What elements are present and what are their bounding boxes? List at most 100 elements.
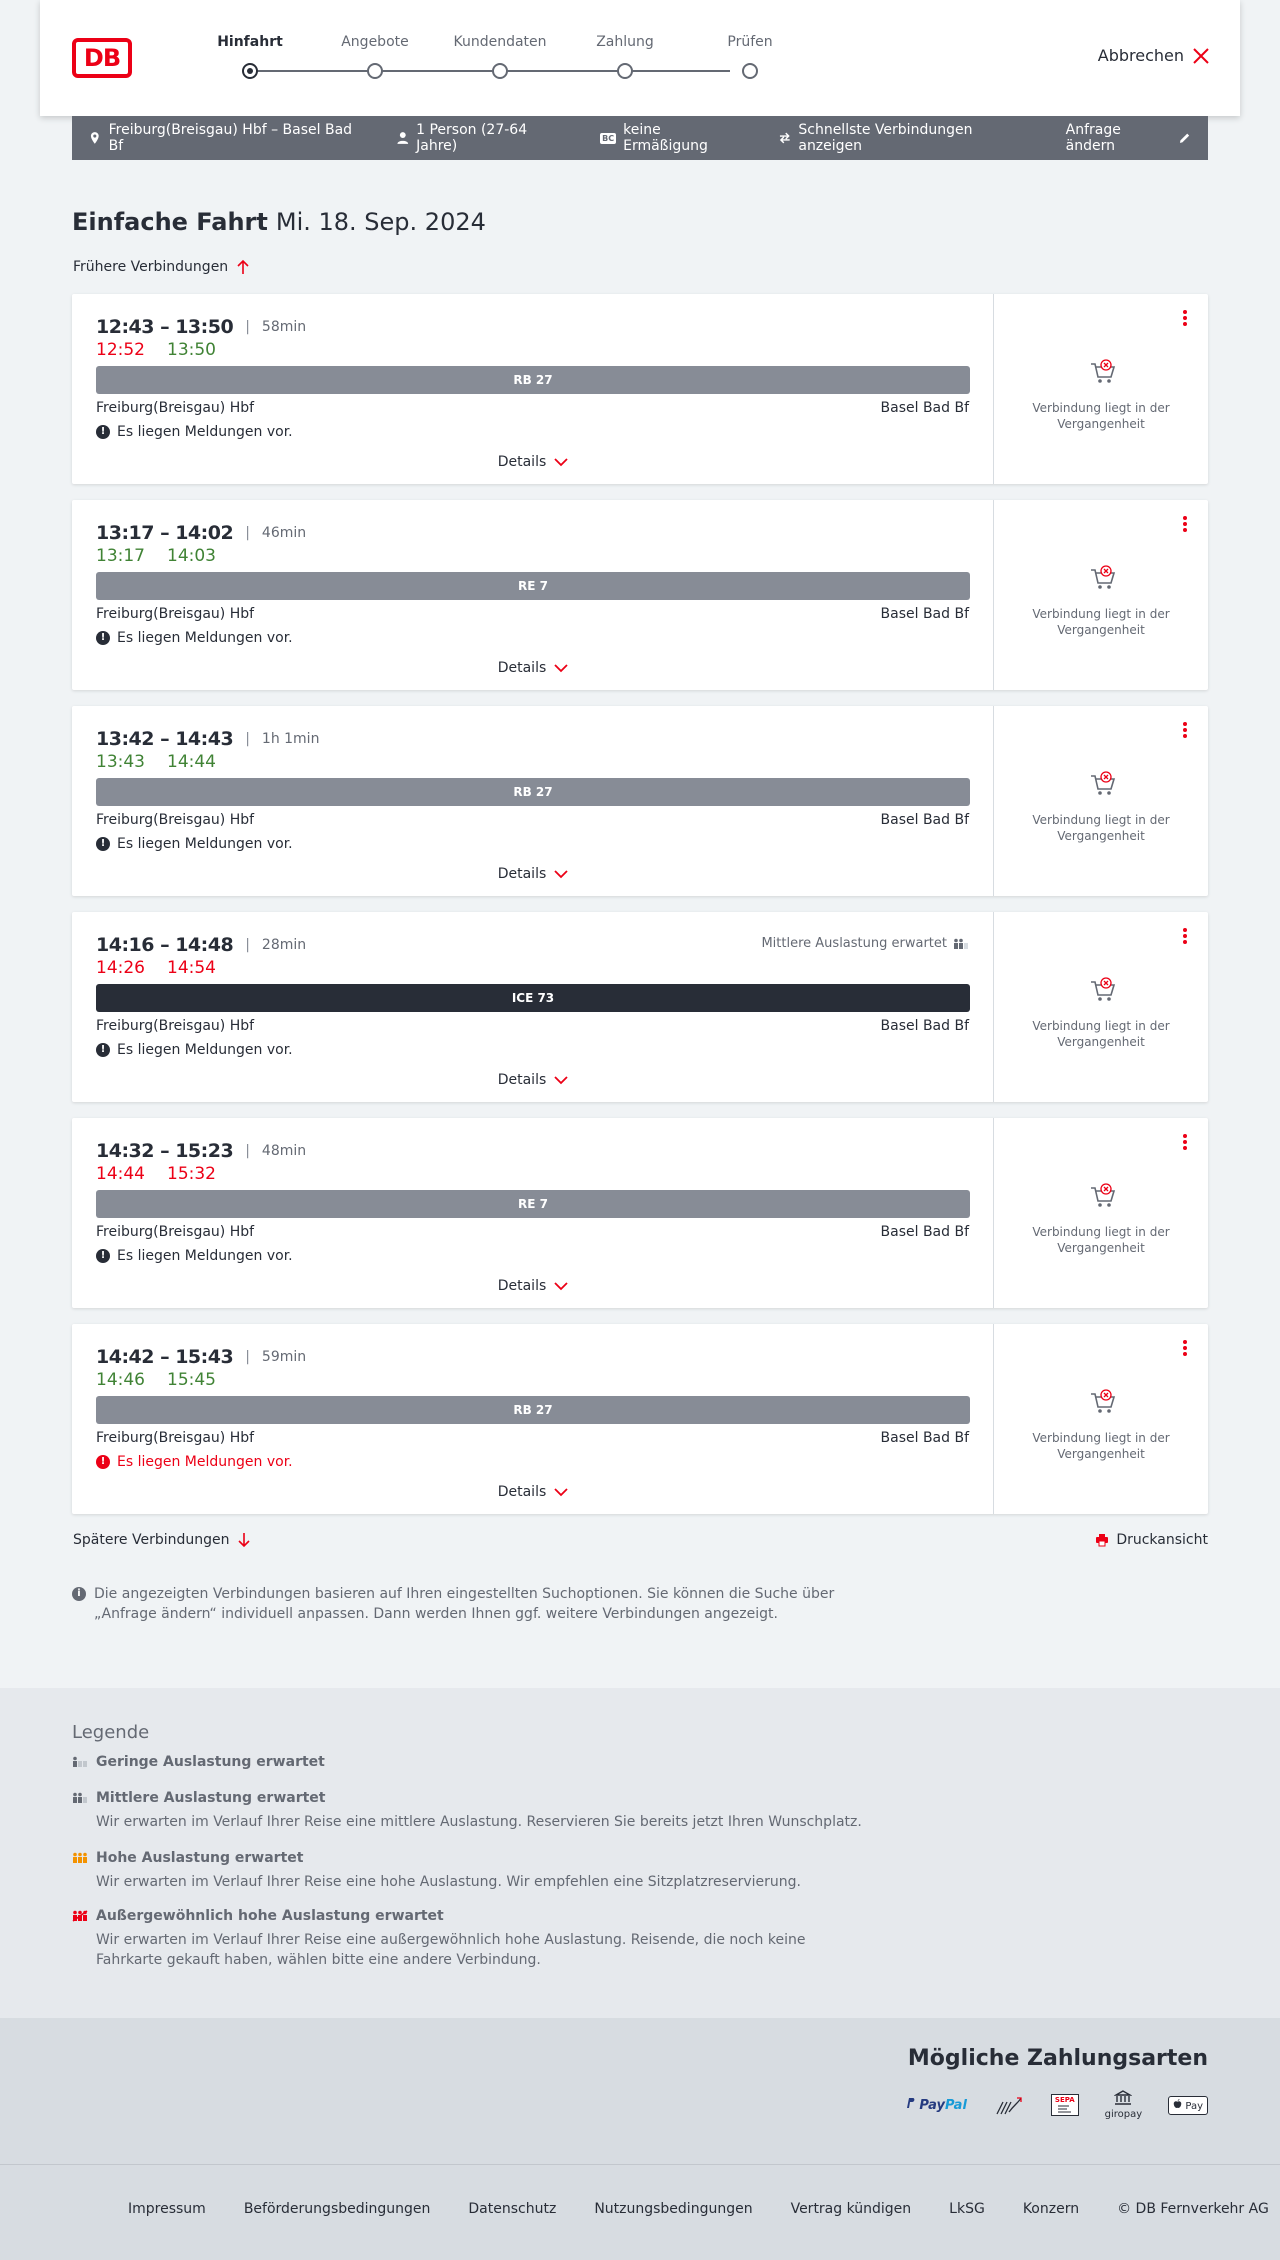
- sepa-text: SEPA: [1054, 2096, 1075, 2104]
- planned-time: 14:42 – 15:43: [96, 1346, 234, 1368]
- query-fastest[interactable]: Schnellste Verbindungen anzeigen: [778, 122, 1034, 154]
- more-menu-icon[interactable]: [1180, 1338, 1190, 1358]
- notice-message: ! Es liegen Meldungen vor.: [96, 1042, 293, 1058]
- more-menu-icon[interactable]: [1180, 514, 1190, 534]
- footer-link[interactable]: Impressum: [128, 2201, 206, 2217]
- step-zahlung: Zahlung: [555, 34, 695, 79]
- earlier-connections-link[interactable]: Frühere Verbindungen: [73, 259, 250, 275]
- past-connection-text: Verbindung liegt in der Vergangenheit: [1032, 607, 1170, 637]
- connection-main: 14:16 – 14:48 | 28min Mittlere Auslastun…: [72, 912, 994, 1102]
- step-dot-icon: [367, 63, 383, 79]
- departure-station: Freiburg(Breisgau) Hbf: [96, 606, 255, 622]
- legend-item-description: Wir erwarten im Verlauf Ihrer Reise eine…: [96, 1814, 862, 1830]
- more-menu-icon[interactable]: [1180, 308, 1190, 328]
- realtime-times: 12:52 13:50: [96, 340, 216, 360]
- connection-card[interactable]: 14:32 – 15:23 | 48min 14:44 15:32 RE 7 F…: [72, 1118, 1208, 1308]
- footer-link[interactable]: © DB Fernverkehr AG: [1117, 2201, 1269, 2217]
- notice-text: Es liegen Meldungen vor.: [117, 1248, 293, 1264]
- alert-icon: !: [96, 1043, 110, 1057]
- arrival-station: Basel Bad Bf: [880, 606, 969, 622]
- sepa-logo: SEPA: [1050, 2094, 1079, 2116]
- query-discount[interactable]: BC keine Ermäßigung: [600, 122, 746, 154]
- details-toggle[interactable]: Details: [72, 1484, 994, 1500]
- legend-item: Hohe Auslastung erwartet Wir erwarten im …: [72, 1850, 872, 1892]
- footer-link[interactable]: Datenschutz: [468, 2201, 556, 2217]
- details-toggle[interactable]: Details: [72, 660, 994, 676]
- connection-times: 14:16 – 14:48 | 28min: [96, 934, 306, 956]
- separator: |: [245, 937, 250, 953]
- paypal-text-a: Pay: [919, 2098, 945, 2113]
- cancel-button[interactable]: Abbrechen: [1098, 46, 1210, 65]
- connection-times: 14:42 – 15:43 | 59min: [96, 1346, 306, 1368]
- train-segment-bar[interactable]: RE 7: [96, 572, 970, 600]
- train-segment-bar[interactable]: RE 7: [96, 1190, 970, 1218]
- alert-icon: !: [96, 631, 110, 645]
- realtime-arrival: 13:50: [167, 340, 216, 360]
- chevron-down-icon: [554, 870, 568, 879]
- footer-link[interactable]: Konzern: [1023, 2201, 1079, 2217]
- chevron-down-icon: [554, 1488, 568, 1497]
- train-segment-bar[interactable]: RB 27: [96, 1396, 970, 1424]
- footer-links: Impressum Beförderungsbedingungen Datensch…: [128, 2201, 1269, 2217]
- db-logo[interactable]: DB: [72, 38, 132, 78]
- info-text: Die angezeigten Verbindungen basieren au…: [94, 1586, 835, 1622]
- step-label: Zahlung: [596, 34, 654, 50]
- arrival-station: Basel Bad Bf: [880, 400, 969, 416]
- pencil-icon: [1180, 133, 1190, 143]
- later-connections-link[interactable]: Spätere Verbindungen: [73, 1532, 251, 1548]
- paypal-logo: PayPal: [905, 2097, 967, 2113]
- duration: 59min: [261, 1349, 307, 1365]
- edit-query-button[interactable]: Anfrage ändern: [1066, 122, 1192, 154]
- planned-time: 12:43 – 13:50: [96, 316, 234, 338]
- print-view-link[interactable]: Druckansicht: [1095, 1532, 1208, 1548]
- step-angebote: Angebote: [305, 34, 445, 79]
- connection-card[interactable]: 13:17 – 14:02 | 46min 13:17 14:03 RE 7 F…: [72, 500, 1208, 690]
- realtime-departure: 14:46: [96, 1370, 145, 1390]
- train-segment-bar[interactable]: RB 27: [96, 778, 970, 806]
- arrival-station: Basel Bad Bf: [880, 1018, 969, 1034]
- cart-unavailable-icon: [1091, 1183, 1116, 1207]
- connection-card[interactable]: 13:42 – 14:43 | 1h 1min 13:43 14:44 RB 2…: [72, 706, 1208, 896]
- query-route[interactable]: Freiburg(Breisgau) Hbf – Basel Bad Bf: [88, 122, 364, 154]
- persons-text: 1 Person (27-64 Jahre): [416, 122, 528, 154]
- footer-link[interactable]: LkSG: [949, 2201, 985, 2217]
- legend-item-head: Außergewöhnlich hohe Auslastung erwartet: [72, 1908, 872, 1924]
- connection-card[interactable]: 14:16 – 14:48 | 28min Mittlere Auslastun…: [72, 912, 1208, 1102]
- query-persons[interactable]: 1 Person (27-64 Jahre): [396, 122, 569, 154]
- arrow-down-icon: [238, 1533, 251, 1548]
- booking-panel: Verbindung liegt in der Vergangenheit: [994, 500, 1208, 690]
- page-title: Einfache Fahrt Mi. 18. Sep. 2024: [72, 208, 486, 236]
- details-toggle[interactable]: Details: [72, 1072, 994, 1088]
- details-toggle[interactable]: Details: [72, 866, 994, 882]
- details-toggle[interactable]: Details: [72, 454, 994, 470]
- step-hinfahrt: Hinfahrt: [180, 34, 320, 79]
- footer-link[interactable]: Vertrag kündigen: [791, 2201, 912, 2217]
- alert-icon: !: [96, 837, 110, 851]
- stepper-line: [250, 70, 730, 72]
- footer-link[interactable]: Nutzungsbedingungen: [594, 2201, 752, 2217]
- footer-link[interactable]: Beförderungsbedingungen: [244, 2201, 431, 2217]
- separator: |: [245, 1349, 250, 1365]
- bahncard-icon: BC: [600, 132, 617, 144]
- occupancy-level-icon: [72, 1910, 88, 1922]
- legend-item-label: Mittlere Auslastung erwartet: [96, 1790, 326, 1806]
- details-toggle[interactable]: Details: [72, 1278, 994, 1294]
- more-menu-icon[interactable]: [1180, 926, 1190, 946]
- realtime-departure: 12:52: [96, 340, 145, 360]
- train-segment-bar[interactable]: ICE 73: [96, 984, 970, 1012]
- more-menu-icon[interactable]: [1180, 720, 1190, 740]
- printer-icon: [1096, 1534, 1109, 1547]
- connection-main: 12:43 – 13:50 | 58min 12:52 13:50 RB 27 …: [72, 294, 994, 484]
- notice-text: Es liegen Meldungen vor.: [117, 1042, 293, 1058]
- departure-station: Freiburg(Breisgau) Hbf: [96, 400, 255, 416]
- step-dot-icon: [617, 63, 633, 79]
- train-segment-bar[interactable]: RB 27: [96, 366, 970, 394]
- cart-unavailable-icon: [1091, 359, 1116, 383]
- payment-section: Mögliche Zahlungsarten PayPal SEPA girop…: [0, 2018, 1280, 2164]
- trip-date: Mi. 18. Sep. 2024: [275, 208, 486, 236]
- more-menu-icon[interactable]: [1180, 1132, 1190, 1152]
- connection-card[interactable]: 14:42 – 15:43 | 59min 14:46 15:45 RB 27 …: [72, 1324, 1208, 1514]
- applepay-text: Pay: [1185, 2100, 1203, 2112]
- connection-card[interactable]: 12:43 – 13:50 | 58min 12:52 13:50 RB 27 …: [72, 294, 1208, 484]
- duration: 58min: [261, 319, 307, 335]
